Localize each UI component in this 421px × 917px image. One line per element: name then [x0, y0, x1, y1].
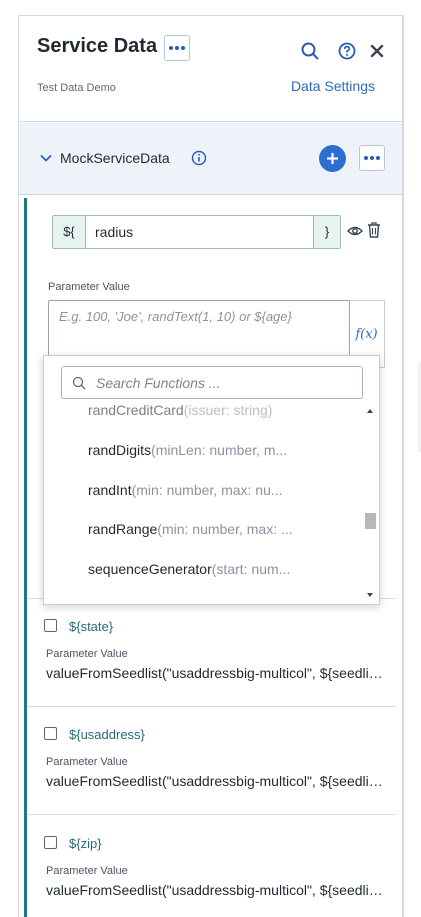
plus-icon — [327, 153, 338, 164]
parameter-row-state: ${state} Parameter Value valueFromSeedli… — [24, 598, 396, 706]
function-item[interactable]: randRange(min: number, max: ... — [88, 521, 293, 537]
scroll-up-arrow-icon[interactable] — [367, 409, 373, 413]
close-icon[interactable] — [367, 41, 387, 61]
search-icon[interactable] — [300, 41, 320, 61]
function-list-scrollbar[interactable] — [362, 400, 379, 604]
section-header: MockServiceData — [19, 123, 402, 195]
parameter-row-zip: ${zip} Parameter Value valueFromSeedlist… — [24, 814, 396, 917]
function-signature: (min: number, max: nu... — [131, 482, 283, 498]
more-dot-icon — [169, 46, 173, 50]
token-suffix: } — [324, 224, 330, 239]
function-signature: (min: number, max: ... — [157, 521, 293, 537]
parameter-name-field: ${ radius } — [52, 215, 341, 249]
parameter-row-usaddress: ${usaddress} Parameter Value valueFromSe… — [24, 706, 396, 814]
more-dot-icon — [364, 156, 368, 160]
panel-header: Service Data Test Data Demo Data Setting… — [19, 16, 402, 122]
data-settings-link[interactable]: Data Settings — [291, 78, 375, 94]
function-search-input[interactable]: Search Functions ... — [96, 375, 221, 391]
more-dot-icon — [370, 156, 374, 160]
parameter-value-label: Parameter Value — [46, 756, 128, 768]
add-parameter-button[interactable] — [319, 145, 346, 172]
search-icon — [72, 376, 86, 390]
function-item[interactable]: sequenceGenerator(start: num... — [88, 561, 290, 577]
row-checkbox[interactable] — [44, 836, 57, 849]
parameter-name[interactable]: ${state} — [69, 619, 113, 634]
trash-icon[interactable] — [367, 222, 381, 238]
scroll-down-arrow-icon[interactable] — [367, 593, 373, 597]
function-signature: (start: num... — [211, 561, 291, 577]
function-dropdown: Search Functions ... randCreditCard(issu… — [43, 355, 380, 605]
parameter-value[interactable]: valueFromSeedlist("usaddressbig-multicol… — [46, 665, 386, 681]
function-signature: (issuer: string) — [183, 402, 273, 418]
function-item[interactable]: randDigits(minLen: number, m... — [88, 442, 287, 458]
function-search-field[interactable]: Search Functions ... — [61, 366, 363, 399]
function-name: randDigits — [88, 442, 152, 458]
card-accent-bar — [24, 198, 27, 917]
function-name: randCreditCard — [88, 402, 184, 418]
panel-title: Service Data — [37, 35, 158, 57]
more-dot-icon — [175, 46, 179, 50]
parameter-value-label: Parameter Value — [48, 281, 130, 293]
eye-icon[interactable] — [347, 225, 363, 237]
function-name: randInt — [88, 482, 132, 498]
function-name: randRange — [88, 521, 158, 537]
parameter-value-label: Parameter Value — [46, 865, 128, 877]
parameter-value[interactable]: valueFromSeedlist("usaddressbig-multicol… — [46, 773, 386, 789]
parameter-value-label: Parameter Value — [46, 648, 128, 660]
row-checkbox[interactable] — [44, 727, 57, 740]
function-item[interactable]: randInt(min: number, max: nu... — [88, 482, 283, 498]
more-dot-icon — [181, 46, 185, 50]
section-title[interactable]: MockServiceData — [60, 150, 170, 166]
parameter-name[interactable]: ${zip} — [69, 836, 102, 851]
function-signature: (minLen: number, m... — [151, 442, 288, 458]
function-item[interactable]: randCreditCard(issuer: string) — [88, 402, 272, 418]
chevron-down-icon[interactable] — [40, 154, 52, 163]
more-dot-icon — [376, 156, 380, 160]
parameter-name-input[interactable]: radius — [85, 216, 314, 248]
panel-subtitle: Test Data Demo — [37, 82, 116, 94]
parameter-value[interactable]: valueFromSeedlist("usaddressbig-multicol… — [46, 882, 386, 898]
header-more-button[interactable] — [164, 35, 190, 61]
info-icon[interactable] — [191, 150, 207, 166]
panel-border — [403, 15, 404, 917]
function-list: randCreditCard(issuer: string) randDigit… — [44, 400, 362, 604]
help-icon[interactable] — [337, 41, 357, 61]
scroll-thumb[interactable] — [365, 513, 376, 529]
function-name: sequenceGenerator — [88, 561, 212, 577]
token-prefix: ${ — [63, 224, 75, 239]
row-checkbox[interactable] — [44, 619, 57, 632]
section-more-button[interactable] — [359, 145, 385, 171]
parameter-name[interactable]: ${usaddress} — [69, 727, 145, 742]
